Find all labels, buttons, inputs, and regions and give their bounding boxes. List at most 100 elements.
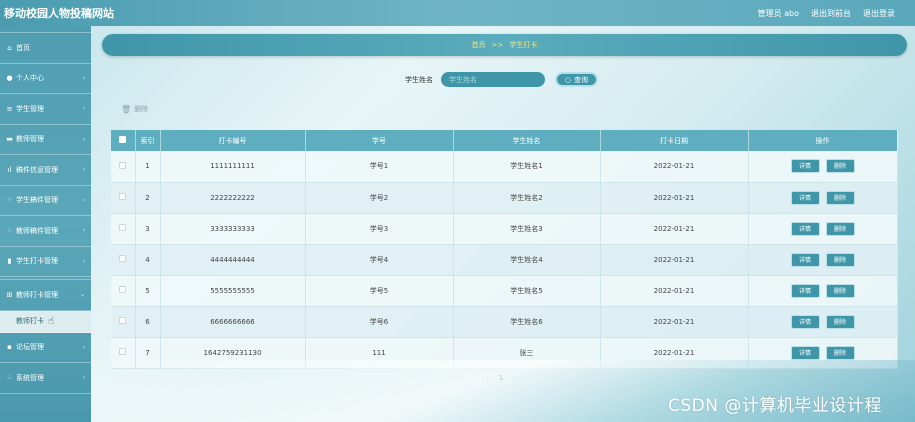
checkin-date: 2022-01-21: [600, 275, 749, 306]
chevron-right-icon: ›: [82, 166, 85, 174]
detail-button[interactable]: 详情: [790, 283, 820, 298]
chevron-right-icon: ›: [82, 74, 85, 82]
row-checkbox-cell: [111, 151, 136, 182]
row-checkbox-cell: [111, 337, 136, 368]
logout-link[interactable]: 退出登录: [863, 8, 895, 19]
sidebar-item-teacher-manuscripts[interactable]: ⁘ 教师稿件管理 ›: [0, 216, 91, 247]
student-number: 学号6: [305, 306, 454, 337]
grid-icon: ⁘: [6, 373, 13, 382]
student-name: 学生姓名6: [453, 306, 601, 337]
row-checkbox[interactable]: [119, 224, 127, 231]
row-index: 2: [135, 182, 161, 213]
row-actions: 详情 删除: [748, 244, 898, 275]
delete-button[interactable]: 删除: [825, 159, 855, 174]
student-number: 学号1: [305, 151, 454, 182]
watermark: CSDN @计算机毕业设计程: [668, 396, 882, 416]
student-number: 111: [305, 337, 454, 368]
search-label: 学生姓名: [405, 75, 433, 84]
grid-icon: ⁘: [6, 226, 13, 235]
detail-button[interactable]: 详情: [790, 159, 820, 174]
row-checkbox-cell: [111, 244, 136, 275]
sidebar-item-label: 学生打卡管理: [16, 257, 58, 266]
top-header: 移动校园人物投稿网站 管理员 abo 退出到前台 退出登录: [0, 0, 915, 26]
admin-label: 管理员 abo: [757, 8, 799, 18]
sidebar-item-label: 个人中心: [16, 74, 44, 83]
delete-button[interactable]: 删除: [825, 283, 855, 298]
row-checkbox[interactable]: [119, 317, 127, 324]
student-name: 学生姓名3: [453, 213, 601, 244]
breadcrumb-home[interactable]: 首页: [472, 40, 486, 50]
breadcrumb-separator: >>: [491, 41, 504, 49]
row-checkbox[interactable]: [119, 348, 127, 355]
sidebar-item-system[interactable]: ⁘ 系统管理 ›: [0, 363, 91, 394]
sidebar-item-teacher-checkin[interactable]: ⊞ 教师打卡管理 ⌄: [0, 280, 91, 311]
sidebar-item-students[interactable]: ≡ 学生管理 ›: [0, 94, 91, 125]
row-actions: 详情 删除: [748, 337, 898, 368]
row-checkbox[interactable]: [119, 286, 127, 293]
delete-button[interactable]: 删除: [825, 252, 855, 267]
delete-button[interactable]: 删除: [825, 190, 855, 205]
back-to-front-link[interactable]: 退出到前台: [811, 8, 851, 19]
row-checkbox[interactable]: [119, 255, 127, 262]
table-row: 2 2222222222 学号2 学生姓名2 2022-01-21 详情 删除: [111, 182, 898, 213]
breadcrumb: 首页 >> 学生打卡: [102, 34, 907, 56]
current-page[interactable]: 1: [499, 374, 503, 382]
table-row: 7 1642759231130 111 张三 2022-01-21 详情 删除: [111, 337, 898, 368]
detail-button[interactable]: 详情: [790, 345, 820, 360]
checkin-code: 1642759231130: [160, 337, 306, 368]
checkin-code: 4444444444: [160, 244, 306, 275]
student-name: 学生姓名4: [453, 244, 601, 275]
sidebar-item-label: 首页: [16, 43, 30, 52]
table-row: 5 5555555555 学号5 学生姓名5 2022-01-21 详情 删除: [111, 275, 898, 306]
detail-button[interactable]: 详情: [790, 190, 820, 205]
delete-button[interactable]: 删除: [825, 314, 855, 329]
student-name-input[interactable]: [441, 72, 545, 87]
row-index: 5: [135, 275, 161, 306]
detail-button[interactable]: 详情: [790, 314, 820, 329]
sidebar-item-forum[interactable]: ▪ 论坛管理 ›: [0, 333, 91, 363]
sidebar-item-student-manuscripts[interactable]: ⁘ 学生稿件管理 ›: [0, 186, 91, 216]
trash-icon: 🗑: [121, 104, 132, 114]
home-icon: ⌂: [7, 43, 12, 52]
student-number: 学号5: [305, 275, 454, 306]
sidebar-item-profile[interactable]: ● 个人中心 ›: [0, 64, 91, 94]
chart-icon: ıl: [7, 165, 12, 174]
delete-button[interactable]: 删除: [825, 221, 855, 236]
pagination: ‹ 1 ›: [486, 374, 516, 382]
monitor-icon: ▬: [6, 135, 13, 144]
column-header: 打卡日期: [600, 130, 749, 151]
sidebar-item-student-checkin[interactable]: ▮ 学生打卡管理 ›: [0, 247, 91, 277]
submenu-item-teacher-checkin[interactable]: 教师打卡 ☝: [0, 310, 91, 333]
header-actions: 管理员 abo 退出到前台 退出登录: [758, 8, 915, 19]
chevron-right-icon: ›: [82, 374, 85, 382]
sidebar-item-label: 教师管理: [16, 135, 44, 144]
table-row: 6 6666666666 学号6 学生姓名6 2022-01-21 详情 删除: [111, 306, 898, 337]
detail-button[interactable]: 详情: [790, 252, 820, 267]
checkin-date: 2022-01-21: [600, 182, 749, 213]
sidebar-item-label: 教师打卡管理: [16, 290, 58, 299]
checkin-code: 6666666666: [160, 306, 306, 337]
table-row: 4 4444444444 学号4 学生姓名4 2022-01-21 详情 删除: [111, 244, 898, 275]
sidebar-item-manuscripts[interactable]: ıl 稿件信息管理 ›: [0, 155, 91, 186]
sidebar-item-label: 系统管理: [16, 373, 44, 382]
student-number: 学号2: [305, 182, 454, 213]
delete-button[interactable]: 删除: [825, 345, 855, 360]
select-all-checkbox[interactable]: [119, 136, 127, 143]
student-name: 学生姓名5: [453, 275, 601, 306]
detail-button[interactable]: 详情: [790, 221, 820, 236]
search-button[interactable]: ○ 查询: [555, 72, 598, 87]
sidebar-divider: [0, 26, 91, 33]
prev-page-button[interactable]: ‹: [486, 374, 489, 382]
bar-icon: ▮: [7, 257, 12, 266]
row-checkbox[interactable]: [119, 193, 127, 200]
next-page-button[interactable]: ›: [513, 374, 516, 382]
row-actions: 详情 删除: [748, 182, 898, 213]
user-icon: ●: [6, 74, 13, 83]
row-checkbox-cell: [111, 275, 136, 306]
sidebar: ⌂ 首页 ● 个人中心 › ≡ 学生管理 › ▬ 教师管理 › ıl 稿件信息管…: [0, 26, 91, 422]
sidebar-item-teachers[interactable]: ▬ 教师管理 ›: [0, 125, 91, 155]
student-number: 学号4: [305, 244, 454, 275]
batch-delete-button[interactable]: 🗑 删除: [121, 104, 148, 114]
sidebar-item-home[interactable]: ⌂ 首页: [0, 33, 91, 64]
row-checkbox[interactable]: [119, 161, 127, 169]
